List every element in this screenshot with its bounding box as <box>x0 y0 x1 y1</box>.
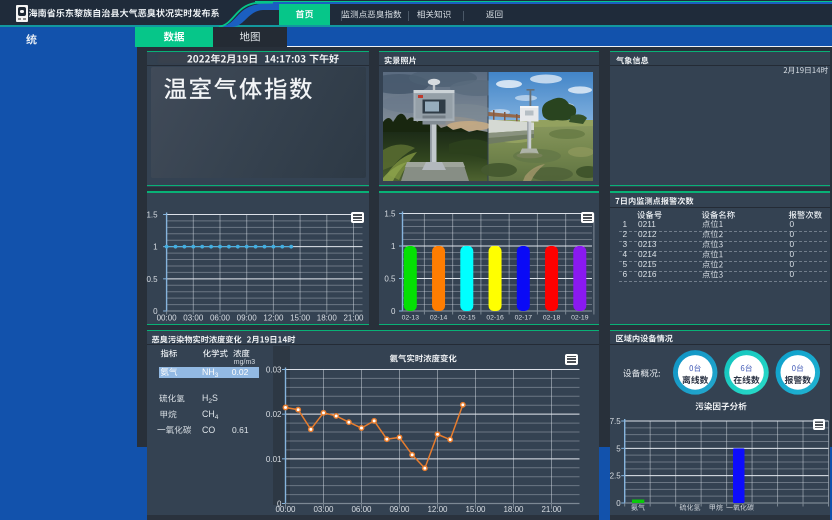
svg-text:09:00: 09:00 <box>237 313 258 322</box>
svg-text:5: 5 <box>616 444 621 453</box>
svg-text:0.03: 0.03 <box>266 366 282 375</box>
svg-text:1.5: 1.5 <box>384 209 396 218</box>
svg-text:02-19: 02-19 <box>571 314 589 321</box>
svg-text:00:00: 00:00 <box>157 313 178 322</box>
svg-text:02-17: 02-17 <box>515 314 533 321</box>
svg-text:0: 0 <box>391 307 396 316</box>
svg-text:02-14: 02-14 <box>430 314 448 321</box>
svg-text:0.01: 0.01 <box>266 455 282 464</box>
svg-text:18:00: 18:00 <box>317 313 338 322</box>
svg-text:02-13: 02-13 <box>402 314 420 321</box>
svg-text:0.02: 0.02 <box>266 410 282 419</box>
svg-text:0.5: 0.5 <box>384 274 396 283</box>
svg-text:1.5: 1.5 <box>146 210 158 219</box>
svg-text:03:00: 03:00 <box>183 313 204 322</box>
svg-text:12:00: 12:00 <box>263 313 284 322</box>
svg-text:06:00: 06:00 <box>210 313 231 322</box>
svg-text:2.5: 2.5 <box>610 472 622 481</box>
svg-text:02-18: 02-18 <box>543 314 561 321</box>
svg-text:0.5: 0.5 <box>146 274 158 283</box>
svg-text:15:00: 15:00 <box>290 313 311 322</box>
svg-text:1: 1 <box>153 242 158 251</box>
svg-text:02-15: 02-15 <box>458 314 476 321</box>
svg-text:0: 0 <box>616 499 621 508</box>
svg-text:02-16: 02-16 <box>486 314 504 321</box>
svg-text:1: 1 <box>391 242 396 251</box>
svg-text:7.5: 7.5 <box>610 417 622 426</box>
svg-text:21:00: 21:00 <box>343 313 364 322</box>
